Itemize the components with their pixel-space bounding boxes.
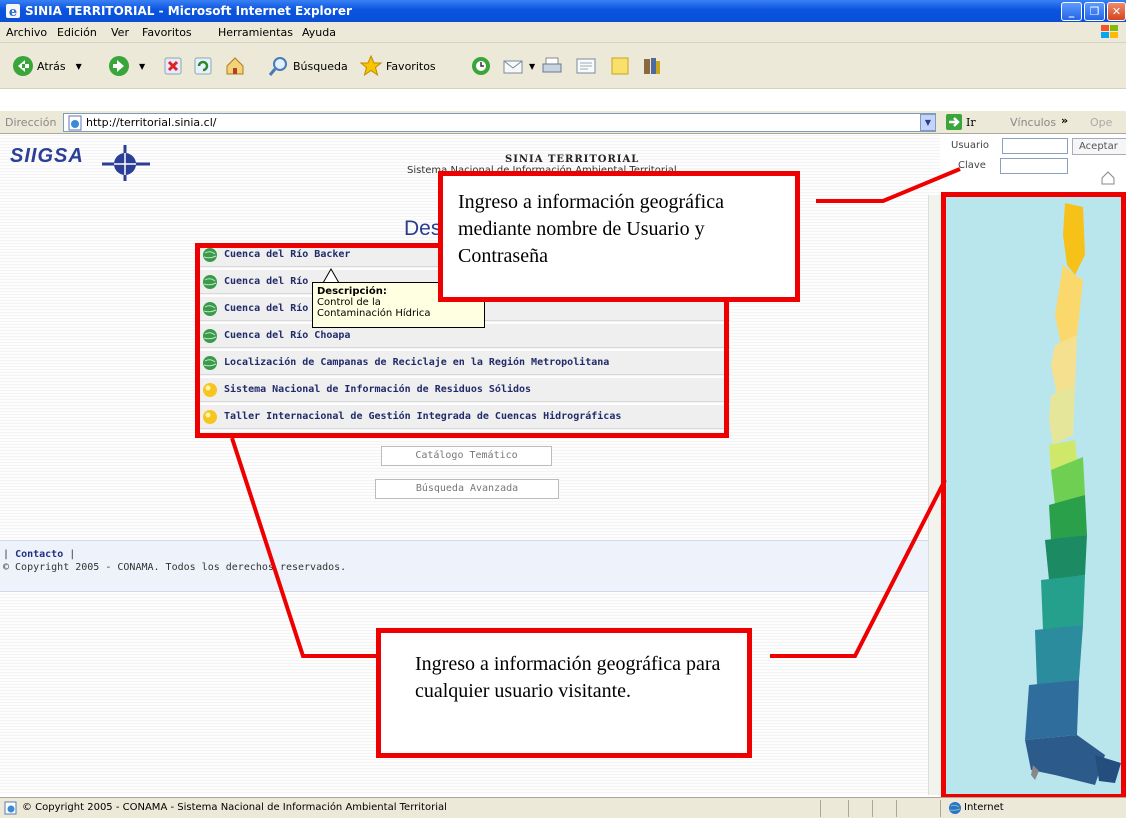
- status-divider: [896, 800, 897, 817]
- window-title: SINIA TERRITORIAL - Microsoft Internet E…: [25, 4, 352, 18]
- menu-archivo[interactable]: Archivo: [6, 26, 47, 39]
- back-arrow-icon: [13, 56, 33, 76]
- back-button[interactable]: Atrás ▼: [12, 53, 82, 79]
- visitor-annotation: Ingreso a información geográfica para cu…: [376, 628, 752, 758]
- address-input[interactable]: http://territorial.sinia.cl/: [63, 113, 936, 132]
- go-button[interactable]: Ir: [945, 113, 976, 131]
- history-icon: [472, 57, 490, 75]
- pipe-separator: |: [69, 549, 76, 560]
- menu-herramientas[interactable]: Herramientas: [218, 26, 293, 39]
- printer-icon: [542, 57, 562, 73]
- windows-logo-icon: [1101, 25, 1118, 38]
- search-label: Búsqueda: [293, 59, 348, 73]
- forward-arrow-icon: [109, 56, 129, 76]
- menu-ver[interactable]: Ver: [111, 26, 129, 39]
- footer-links: | Contacto |: [3, 549, 75, 560]
- address-dropdown-icon[interactable]: ▼: [920, 114, 936, 131]
- catalog-button[interactable]: Catálogo Temático: [381, 446, 552, 466]
- pipe-separator: |: [3, 549, 10, 560]
- map-highlight: [941, 192, 1126, 799]
- address-label: Dirección: [5, 116, 57, 129]
- maximize-button[interactable]: ❐: [1084, 2, 1105, 21]
- home-link-icon[interactable]: [1101, 171, 1115, 185]
- home-button[interactable]: [224, 53, 249, 79]
- address-url: http://territorial.sinia.cl/: [86, 116, 217, 129]
- edit-button[interactable]: [575, 53, 600, 79]
- globe-icon: [949, 802, 961, 814]
- favorites-button[interactable]: Favoritos: [359, 53, 436, 79]
- close-button[interactable]: ✕: [1107, 2, 1126, 21]
- status-divider: [848, 800, 849, 817]
- chevron-right-icon[interactable]: »: [1061, 114, 1068, 127]
- note-icon: [611, 57, 629, 75]
- svg-text:e: e: [9, 5, 17, 19]
- research-icon: [644, 58, 660, 74]
- print-button[interactable]: [541, 53, 566, 79]
- mail-button[interactable]: ▼: [502, 53, 535, 79]
- contact-link[interactable]: Contacto: [15, 549, 63, 560]
- minimize-button[interactable]: _: [1061, 2, 1082, 21]
- links-item-truncated[interactable]: Ope: [1090, 116, 1112, 129]
- accept-button[interactable]: Aceptar: [1072, 138, 1126, 155]
- go-label: Ir: [966, 115, 976, 129]
- password-input[interactable]: [1000, 158, 1068, 174]
- go-arrow-icon: [946, 114, 962, 130]
- search-button[interactable]: Búsqueda: [268, 53, 348, 79]
- research-button[interactable]: [641, 53, 666, 79]
- compass-logo-icon: [102, 145, 150, 181]
- advanced-search-button[interactable]: Búsqueda Avanzada: [375, 479, 559, 499]
- user-label: Usuario: [951, 140, 990, 151]
- refresh-button[interactable]: [193, 53, 216, 79]
- user-input[interactable]: [1002, 138, 1068, 154]
- discuss-button[interactable]: [609, 53, 634, 79]
- mail-icon: [503, 60, 523, 74]
- mail-dropdown-icon[interactable]: ▼: [529, 62, 535, 71]
- menu-favoritos[interactable]: Favoritos: [142, 26, 192, 39]
- menu-edicion[interactable]: Edición: [57, 26, 97, 39]
- standard-toolbar: Atrás ▼ ▼ Búsqueda Favoritos ▼: [0, 43, 1126, 89]
- star-icon: [359, 54, 383, 77]
- address-bar: Dirección http://territorial.sinia.cl/ ▼…: [0, 110, 1126, 134]
- status-text: © Copyright 2005 - CONAMA - Sistema Naci…: [22, 802, 447, 813]
- edit-page-icon: [576, 58, 596, 74]
- menu-ayuda[interactable]: Ayuda: [302, 26, 336, 39]
- back-dropdown-icon[interactable]: ▼: [76, 62, 82, 71]
- login-annotation: Ingreso a información geográfica mediant…: [438, 171, 800, 302]
- login-form: Usuario Clave Aceptar: [945, 135, 1126, 183]
- stop-button[interactable]: [163, 53, 186, 79]
- security-zone: Internet: [964, 802, 1004, 813]
- siigsa-logo: SIIGSA: [10, 145, 84, 167]
- favorites-label: Favoritos: [386, 59, 436, 73]
- stop-icon: [164, 57, 182, 75]
- back-label: Atrás: [37, 59, 66, 73]
- search-icon: [268, 57, 287, 76]
- status-divider: [872, 800, 873, 817]
- password-label: Clave: [958, 160, 986, 171]
- site-title: SINIA TERRITORIAL: [505, 154, 640, 165]
- history-button[interactable]: [470, 53, 495, 79]
- links-label[interactable]: Vínculos: [1010, 116, 1056, 129]
- status-divider: [820, 800, 821, 817]
- window-titlebar: e SINIA TERRITORIAL - Microsoft Internet…: [0, 0, 1126, 22]
- ie-icon: e: [6, 4, 20, 19]
- page-footer: | Contacto | © Copyright 2005 - CONAMA. …: [0, 540, 940, 592]
- page-icon: [68, 115, 82, 131]
- menu-bar: Archivo Edición Ver Favoritos Herramient…: [0, 22, 1126, 43]
- page-heading: Des: [404, 217, 442, 240]
- forward-button[interactable]: ▼: [108, 53, 145, 79]
- status-bar: © Copyright 2005 - CONAMA - Sistema Naci…: [0, 797, 1126, 818]
- footer-copyright: © Copyright 2005 - CONAMA. Todos los der…: [3, 562, 347, 573]
- page-icon: [4, 801, 17, 815]
- forward-dropdown-icon[interactable]: ▼: [139, 62, 145, 71]
- status-divider: [940, 800, 941, 817]
- home-icon: [226, 57, 244, 75]
- refresh-icon: [194, 57, 212, 75]
